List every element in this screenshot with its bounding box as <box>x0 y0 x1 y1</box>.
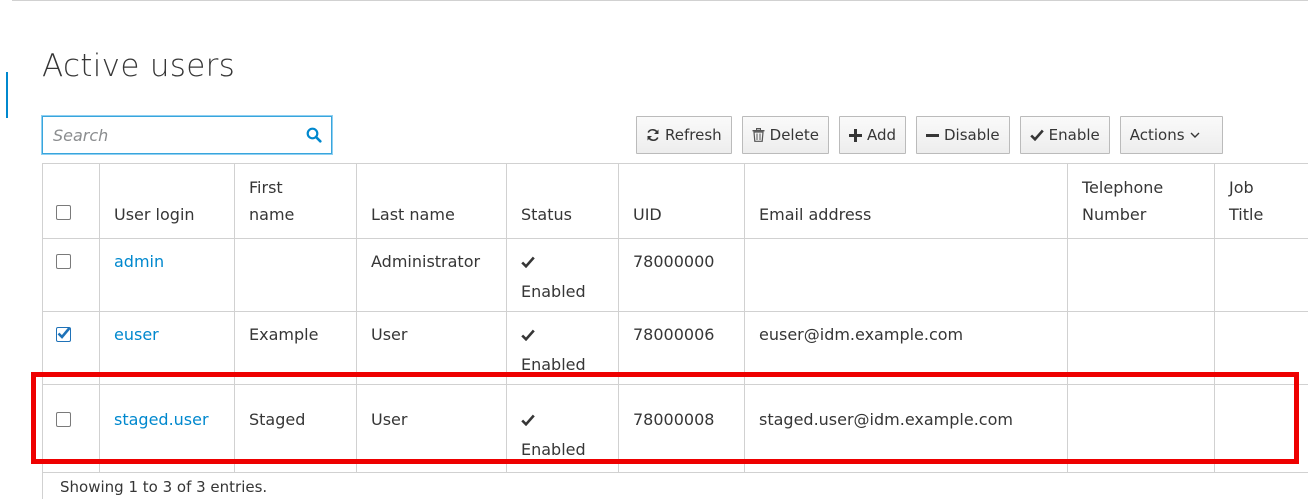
column-header-first-name[interactable]: First name <box>234 163 357 239</box>
checkmark-icon <box>521 320 604 350</box>
page-title: Active users <box>42 48 236 84</box>
column-header-last-name[interactable]: Last name <box>356 163 507 239</box>
row-select-cell <box>42 311 100 385</box>
disable-button-label: Disable <box>944 126 1000 144</box>
enable-button[interactable]: Enable <box>1019 116 1110 154</box>
checkmark-icon <box>521 405 604 435</box>
toolbar: Refresh Delete Add Disable Enable Action… <box>636 116 1223 154</box>
table-row: euser Example User Enabled 78000006 euse… <box>42 311 1308 385</box>
refresh-button[interactable]: Refresh <box>636 116 732 154</box>
nav-active-indicator <box>6 72 8 118</box>
select-all-cell <box>42 163 100 239</box>
table-row: admin Administrator Enabled 78000000 <box>42 238 1308 312</box>
search-icon[interactable] <box>297 118 331 152</box>
delete-button[interactable]: Delete <box>741 116 829 154</box>
telephone-cell <box>1067 238 1215 312</box>
refresh-button-label: Refresh <box>665 126 722 144</box>
actions-dropdown-label: Actions <box>1129 126 1185 144</box>
user-login-link[interactable]: staged.user <box>114 410 209 429</box>
first-name-cell <box>234 238 357 312</box>
column-header-user-login[interactable]: User login <box>99 163 235 239</box>
column-header-uid[interactable]: UID <box>618 163 745 239</box>
user-login-cell: euser <box>99 311 235 385</box>
table-row: staged.user Staged User Enabled 78000008… <box>42 384 1308 473</box>
row-select-cell <box>42 384 100 473</box>
table-footer-summary: Showing 1 to 3 of 3 entries. <box>60 478 268 496</box>
first-name-cell: Staged <box>234 384 357 473</box>
first-name-cell: Example <box>234 311 357 385</box>
checkmark-icon <box>1029 129 1044 141</box>
job-title-cell <box>1214 238 1308 312</box>
telephone-cell <box>1067 311 1215 385</box>
top-divider <box>12 0 1308 13</box>
footer-border <box>42 465 43 499</box>
column-header-email[interactable]: Email address <box>744 163 1068 239</box>
row-checkbox[interactable] <box>56 254 71 269</box>
select-all-checkbox[interactable] <box>56 205 71 220</box>
status-text: Enabled <box>521 440 586 459</box>
column-header-telephone[interactable]: Telephone Number <box>1067 163 1215 239</box>
uid-cell: 78000008 <box>618 384 745 473</box>
status-text: Enabled <box>521 282 586 301</box>
add-button-label: Add <box>866 126 896 144</box>
trash-icon <box>752 128 765 142</box>
enable-button-label: Enable <box>1048 126 1100 144</box>
add-button[interactable]: Add <box>838 116 906 154</box>
delete-button-label: Delete <box>769 126 819 144</box>
telephone-cell <box>1067 384 1215 473</box>
row-checkbox[interactable] <box>56 412 71 427</box>
minus-icon <box>926 133 939 137</box>
last-name-cell: Administrator <box>356 238 507 312</box>
status-cell: Enabled <box>506 238 619 312</box>
status-cell: Enabled <box>506 311 619 385</box>
uid-cell: 78000006 <box>618 311 745 385</box>
plus-icon <box>848 128 862 142</box>
checkmark-icon <box>521 247 604 277</box>
status-text: Enabled <box>521 355 586 374</box>
last-name-cell: User <box>356 384 507 473</box>
user-login-cell: staged.user <box>99 384 235 473</box>
column-header-status[interactable]: Status <box>506 163 619 239</box>
actions-dropdown[interactable]: Actions <box>1119 116 1223 154</box>
user-login-link[interactable]: admin <box>114 252 164 271</box>
row-checkbox[interactable] <box>56 327 71 342</box>
search-input[interactable] <box>43 118 297 152</box>
uid-cell: 78000000 <box>618 238 745 312</box>
status-cell: Enabled <box>506 384 619 473</box>
chevron-down-icon <box>1190 132 1200 138</box>
users-table: User login First name Last name Status UI… <box>42 163 1308 473</box>
job-title-cell <box>1214 311 1308 385</box>
checkbox-checked-icon <box>57 327 71 339</box>
user-login-cell: admin <box>99 238 235 312</box>
refresh-icon <box>647 128 659 142</box>
column-header-job-title[interactable]: Job Title <box>1214 163 1308 239</box>
table-header-row: User login First name Last name Status UI… <box>42 163 1308 239</box>
email-cell: staged.user@idm.example.com <box>744 384 1068 473</box>
email-cell <box>744 238 1068 312</box>
last-name-cell: User <box>356 311 507 385</box>
disable-button[interactable]: Disable <box>916 116 1010 154</box>
job-title-cell <box>1214 384 1308 473</box>
email-cell: euser@idm.example.com <box>744 311 1068 385</box>
user-login-link[interactable]: euser <box>114 325 159 344</box>
search-box <box>42 116 332 154</box>
row-select-cell <box>42 238 100 312</box>
